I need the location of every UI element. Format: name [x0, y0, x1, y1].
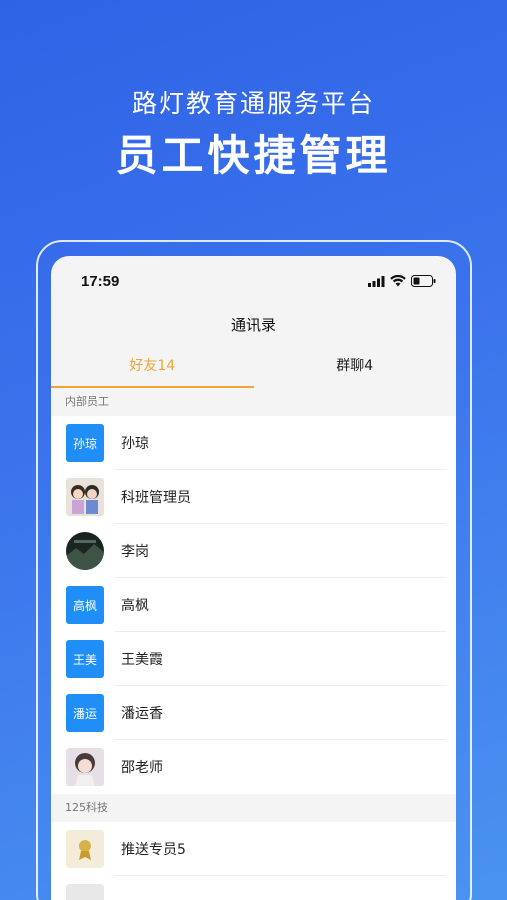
contact-row[interactable]: 科班管理员 — [51, 470, 456, 524]
contact-row[interactable]: 推送专员5 — [51, 822, 456, 876]
avatar: 王美 — [66, 640, 104, 678]
contact-row[interactable]: 李岗 — [51, 524, 456, 578]
contact-row[interactable]: 邵老师 — [51, 740, 456, 794]
avatar — [66, 532, 104, 570]
contact-row-partial[interactable] — [51, 876, 456, 900]
couple-dolls-photo-avatar — [66, 478, 104, 516]
section-header-125-tech: 125科技 — [51, 794, 456, 822]
avatar — [66, 884, 104, 900]
avatar: 高枫 — [66, 586, 104, 624]
status-time: 17:59 — [81, 272, 120, 290]
contact-name: 王美霞 — [121, 652, 163, 668]
tab-groups[interactable]: 群聊4 — [254, 342, 457, 388]
badge-avatar-icon — [66, 830, 104, 868]
contact-name: 李岗 — [121, 544, 149, 560]
avatar — [66, 478, 104, 516]
avatar — [66, 748, 104, 786]
promo-title: 员工快捷管理 — [115, 131, 392, 180]
contact-name: 潘运香 — [121, 706, 163, 722]
contact-name: 高枫 — [121, 598, 149, 614]
contact-name: 邵老师 — [121, 760, 163, 776]
battery-icon — [411, 275, 436, 287]
section-header-internal-staff: 内部员工 — [51, 388, 456, 416]
avatar — [66, 830, 104, 868]
doll-photo-avatar — [66, 748, 104, 786]
tab-friends[interactable]: 好友14 — [51, 342, 254, 388]
contact-row[interactable]: 孙琼 孙琼 — [51, 416, 456, 470]
dark-landscape-photo-avatar — [66, 532, 104, 570]
contact-name: 推送专员5 — [121, 842, 186, 858]
status-bar: 17:59 — [51, 256, 456, 306]
avatar: 孙琼 — [66, 424, 104, 462]
wifi-icon — [390, 275, 406, 287]
contact-row[interactable]: 高枫 高枫 — [51, 578, 456, 632]
contact-list-125-tech: 推送专员5 — [51, 822, 456, 900]
contact-row[interactable]: 王美 王美霞 — [51, 632, 456, 686]
phone-screen: 17:59 通讯录 好友14 群聊4 内部员工 孙琼 孙琼 科班管理员 李岗 高… — [51, 256, 456, 900]
page-title: 通讯录 — [230, 315, 276, 334]
contact-list-internal-staff: 孙琼 孙琼 科班管理员 李岗 高枫 高枫 王美 王美霞 潘运 潘运香 邵老师 — [51, 416, 456, 794]
avatar: 潘运 — [66, 694, 104, 732]
contact-name: 科班管理员 — [121, 490, 191, 506]
signal-icon — [368, 275, 385, 287]
contact-row[interactable]: 潘运 潘运香 — [51, 686, 456, 740]
tab-bar: 好友14 群聊4 — [51, 342, 456, 388]
contact-name: 孙琼 — [121, 436, 149, 452]
promo-subtitle: 路灯教育通服务平台 — [131, 89, 375, 118]
status-icons — [368, 275, 436, 287]
